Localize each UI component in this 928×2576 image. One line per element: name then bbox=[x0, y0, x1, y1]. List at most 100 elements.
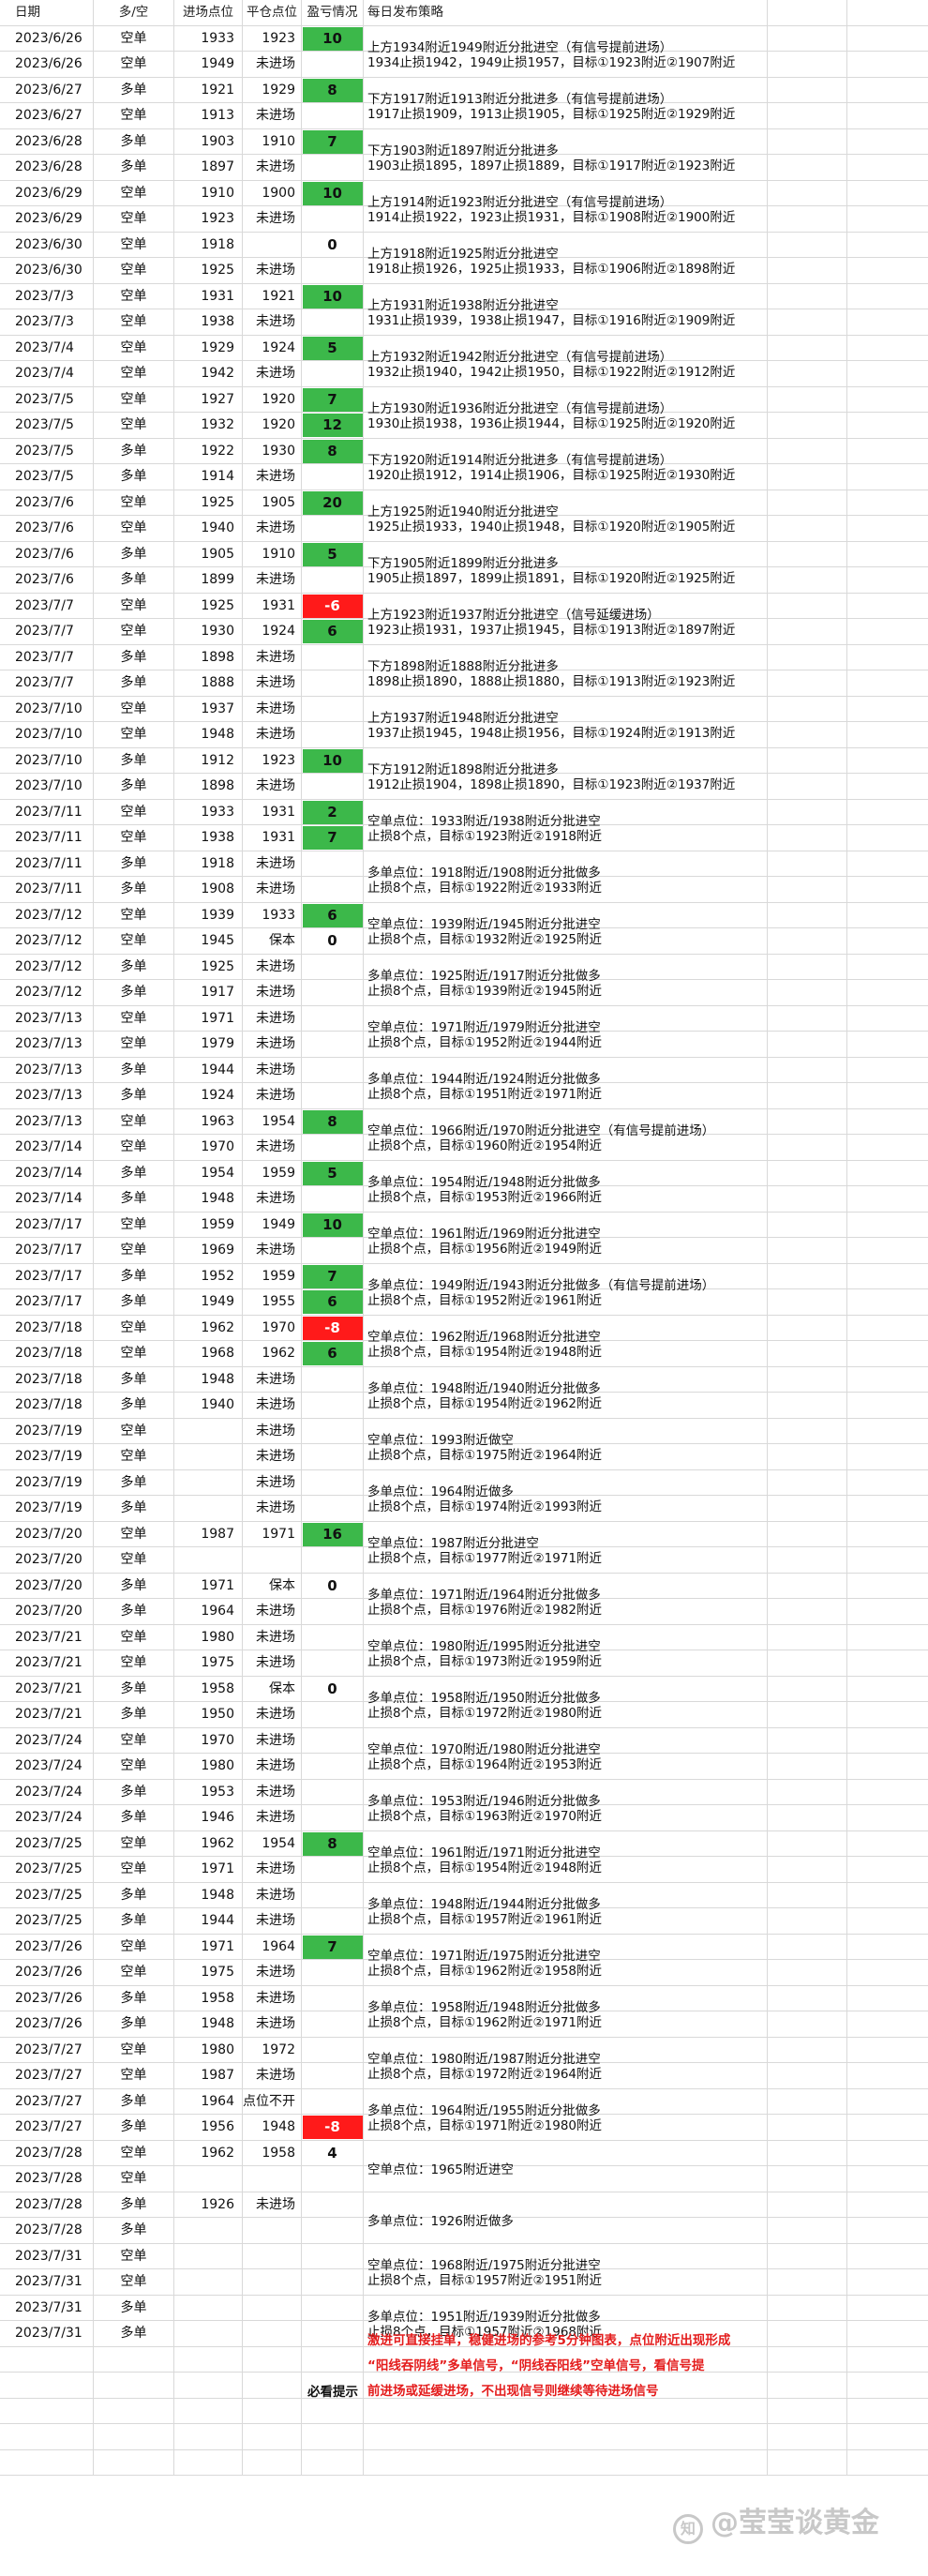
strategy-text: 多单点位：1949附近/1943附近分批做多（有信号提前进场） bbox=[367, 1278, 715, 1293]
strategy-text: 止损8个点，目标①1956附近②1949附近 bbox=[367, 1242, 603, 1257]
close-cell: 1971 bbox=[243, 1521, 302, 1547]
date-cell: 2023/7/25 bbox=[0, 1857, 94, 1883]
pnl-cell: 8 bbox=[302, 1830, 364, 1857]
direction-cell: 空单 bbox=[94, 361, 174, 387]
direction-cell: 多单 bbox=[94, 567, 174, 594]
pnl-value: 20 bbox=[302, 490, 363, 515]
empty-cell bbox=[174, 2449, 243, 2476]
empty-column-cell bbox=[847, 1986, 928, 2012]
close-cell: 1910 bbox=[243, 541, 302, 567]
strategy-text: 空单点位：1971附近/1979附近分批进空 bbox=[367, 1020, 601, 1035]
strategy-text: 止损8个点，目标①1957附近②1961附近 bbox=[367, 1912, 603, 1927]
direction-cell: 空单 bbox=[94, 2140, 174, 2166]
direction-cell: 空单 bbox=[94, 1830, 174, 1857]
direction-cell: 空单 bbox=[94, 490, 174, 516]
strategy-text: 多单点位：1953附近/1946附近分批做多 bbox=[367, 1794, 601, 1809]
close-cell: 未进场 bbox=[243, 1032, 302, 1058]
close-cell: 1964 bbox=[243, 1934, 302, 1960]
empty-column-cell bbox=[767, 1676, 847, 1702]
pnl-cell: 6 bbox=[302, 1341, 364, 1367]
close-cell: 1962 bbox=[243, 1341, 302, 1367]
direction-cell: 空单 bbox=[94, 52, 174, 78]
date-cell: 2023/7/17 bbox=[0, 1212, 94, 1238]
pnl-cell bbox=[302, 1238, 364, 1264]
entry-cell: 1933 bbox=[174, 25, 243, 52]
empty-column-cell bbox=[847, 2244, 928, 2270]
empty-column-cell bbox=[767, 386, 847, 413]
empty-cell bbox=[847, 2347, 928, 2373]
empty-cell bbox=[302, 2346, 364, 2373]
close-cell: 未进场 bbox=[243, 103, 302, 129]
close-cell: 未进场 bbox=[243, 1238, 302, 1264]
entry-cell: 1948 bbox=[174, 722, 243, 748]
close-cell: 未进场 bbox=[243, 722, 302, 748]
strategy-text: 上方1934附近1949附近分批进空（有信号提前进场） bbox=[367, 40, 673, 55]
close-cell: 未进场 bbox=[243, 52, 302, 78]
empty-column-cell bbox=[767, 2088, 847, 2115]
strategy-text: 1937止损1945，1948止损1956，目标①1924附近②1913附近 bbox=[367, 726, 736, 741]
date-cell: 2023/7/6 bbox=[0, 567, 94, 594]
header-date: 日期 bbox=[0, 0, 94, 26]
date-cell: 2023/7/5 bbox=[0, 438, 94, 464]
close-cell bbox=[243, 2243, 302, 2269]
direction-cell: 多单 bbox=[94, 541, 174, 567]
empty-cell bbox=[847, 2373, 928, 2399]
empty-column-cell bbox=[767, 516, 847, 542]
strategy-text: 1934止损1942，1949止损1957，目标①1923附近②1907附近 bbox=[367, 55, 736, 70]
direction-cell: 多单 bbox=[94, 1573, 174, 1599]
entry-cell: 1923 bbox=[174, 206, 243, 233]
entry-cell: 1924 bbox=[174, 1083, 243, 1109]
direction-cell: 空单 bbox=[94, 2037, 174, 2063]
close-cell: 未进场 bbox=[243, 258, 302, 284]
pnl-value: 10 bbox=[302, 1213, 363, 1237]
empty-cell bbox=[243, 2449, 302, 2476]
entry-cell: 1964 bbox=[174, 2088, 243, 2115]
direction-cell: 空单 bbox=[94, 1315, 174, 1341]
pnl-value: 6 bbox=[302, 903, 363, 927]
date-cell: 2023/7/11 bbox=[0, 851, 94, 877]
empty-column-cell bbox=[847, 103, 928, 129]
close-cell: 保本 bbox=[243, 928, 302, 955]
direction-cell: 多单 bbox=[94, 1908, 174, 1935]
pnl-cell: 10 bbox=[302, 283, 364, 309]
empty-column-cell bbox=[847, 1083, 928, 1109]
close-cell: 保本 bbox=[243, 1676, 302, 1702]
direction-cell: 多单 bbox=[94, 670, 174, 697]
date-cell: 2023/7/31 bbox=[0, 2295, 94, 2321]
empty-column-cell bbox=[847, 361, 928, 387]
empty-column-cell bbox=[847, 697, 928, 723]
empty-column-cell bbox=[767, 2243, 847, 2269]
close-cell: 1920 bbox=[243, 413, 302, 439]
entry-cell: 1987 bbox=[174, 2063, 243, 2089]
pnl-value: -8 bbox=[302, 1316, 363, 1340]
direction-cell: 多单 bbox=[94, 438, 174, 464]
empty-column-cell bbox=[847, 1908, 928, 1935]
close-cell: 未进场 bbox=[243, 516, 302, 542]
empty-column-cell bbox=[847, 2038, 928, 2064]
empty-column-cell bbox=[767, 619, 847, 645]
pnl-cell: 8 bbox=[302, 77, 364, 103]
direction-cell: 空单 bbox=[94, 902, 174, 928]
empty-column-cell bbox=[847, 1754, 928, 1780]
pnl-cell bbox=[302, 1444, 364, 1470]
empty-column-cell bbox=[767, 1624, 847, 1650]
empty-cell bbox=[847, 2399, 928, 2425]
empty-column-cell bbox=[767, 206, 847, 233]
strategy-text: 空单点位：1980附近/1987附近分批进空 bbox=[367, 2052, 601, 2067]
close-cell: 未进场 bbox=[243, 1805, 302, 1831]
entry-cell: 1963 bbox=[174, 1108, 243, 1135]
pnl-cell bbox=[302, 1960, 364, 1986]
empty-column-cell bbox=[767, 128, 847, 155]
date-cell: 2023/7/7 bbox=[0, 619, 94, 645]
empty-column-cell bbox=[767, 670, 847, 697]
empty-column-cell bbox=[767, 2115, 847, 2141]
pnl-value: 10 bbox=[302, 26, 363, 51]
close-cell: 未进场 bbox=[243, 567, 302, 594]
entry-cell: 1945 bbox=[174, 928, 243, 955]
date-cell: 2023/6/29 bbox=[0, 180, 94, 206]
close-cell: 1900 bbox=[243, 180, 302, 206]
pnl-cell: 0 bbox=[302, 1573, 364, 1599]
entry-cell: 1950 bbox=[174, 1702, 243, 1728]
empty-column-cell bbox=[767, 696, 847, 722]
empty-column-cell bbox=[847, 1935, 928, 1961]
